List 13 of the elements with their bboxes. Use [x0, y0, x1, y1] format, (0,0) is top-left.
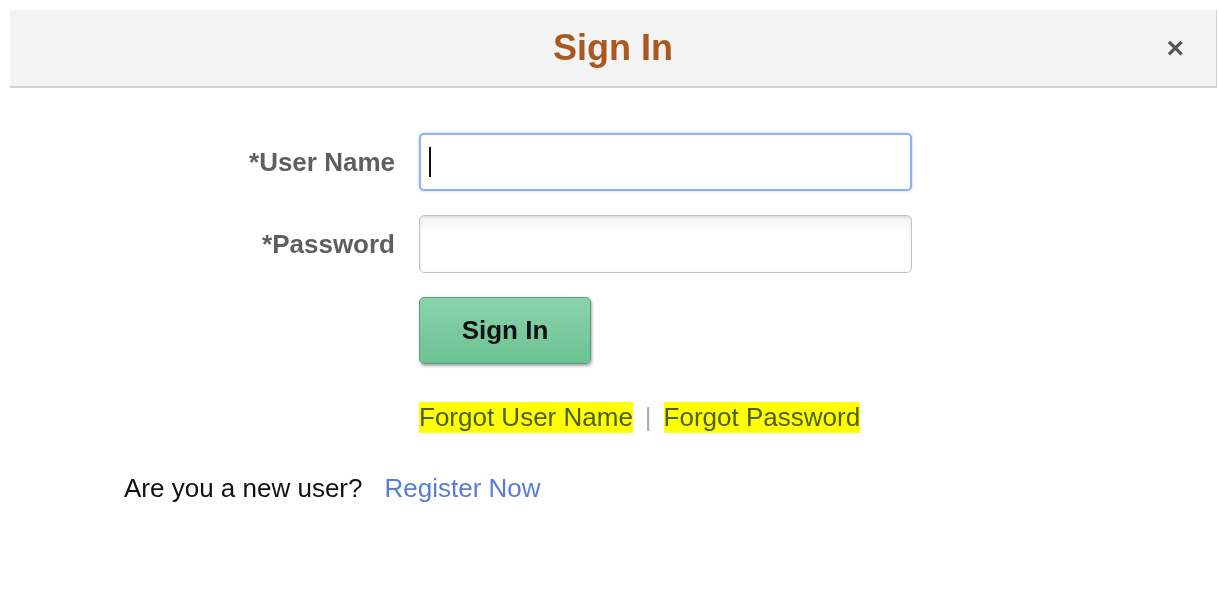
dialog-title: Sign In — [553, 27, 673, 69]
new-user-prompt: Are you a new user? — [124, 473, 363, 504]
help-link[interactable]: Forgot Password — [663, 402, 861, 433]
field-label: *Password — [262, 228, 395, 260]
field-label: *User Name — [249, 146, 395, 178]
register-link[interactable]: Register Now — [384, 473, 541, 504]
text-cursor — [429, 147, 431, 177]
help-link[interactable]: Forgot User Name — [419, 402, 633, 433]
link-separator: | — [644, 402, 652, 433]
input-field[interactable] — [419, 133, 912, 191]
input-field[interactable] — [419, 215, 912, 273]
close-button[interactable]: × — [1162, 32, 1188, 64]
sign-in-button[interactable]: Sign In — [419, 297, 591, 364]
